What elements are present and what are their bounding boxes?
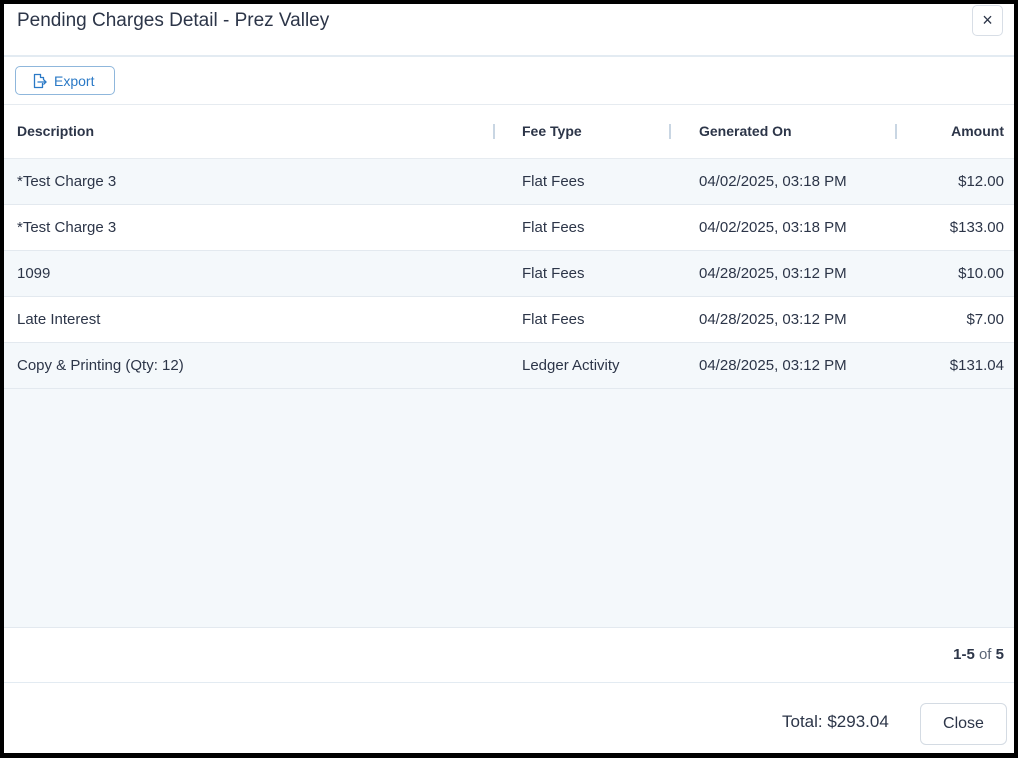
column-header-amount[interactable]: Amount xyxy=(951,105,1004,158)
column-header-description[interactable]: Description xyxy=(17,105,94,158)
pagination-summary: 1-5 of 5 xyxy=(953,646,1004,663)
pagination-total: 5 xyxy=(995,646,1004,663)
cell-generated-on: 04/28/2025, 03:12 PM xyxy=(699,311,847,328)
cell-fee-type: Flat Fees xyxy=(522,173,585,190)
column-header-fee-type[interactable]: Fee Type xyxy=(522,105,582,158)
cell-amount: $133.00 xyxy=(949,219,1004,236)
cell-fee-type: Flat Fees xyxy=(522,265,585,282)
cell-description: 1099 xyxy=(17,265,51,282)
cell-fee-type: Ledger Activity xyxy=(522,357,620,374)
close-icon[interactable]: × xyxy=(972,5,1003,36)
cell-generated-on: 04/28/2025, 03:12 PM xyxy=(699,265,847,282)
dialog-title: Pending Charges Detail - Prez Valley xyxy=(17,10,330,31)
cell-generated-on: 04/02/2025, 03:18 PM xyxy=(699,219,847,236)
column-resizer[interactable] xyxy=(493,124,495,139)
dialog-header: Pending Charges Detail - Prez Valley × xyxy=(4,4,1014,57)
cell-description: Late Interest xyxy=(17,311,101,328)
column-header-generated-on[interactable]: Generated On xyxy=(699,105,792,158)
pagination: 1-5 of 5 xyxy=(4,627,1014,684)
column-resizer[interactable] xyxy=(669,124,671,139)
toolbar: Export xyxy=(4,57,1014,105)
table-row[interactable]: Late Interest Flat Fees 04/28/2025, 03:1… xyxy=(4,297,1014,343)
export-button[interactable]: Export xyxy=(15,66,115,95)
column-resizer[interactable] xyxy=(895,124,897,139)
table-row[interactable]: *Test Charge 3 Flat Fees 04/02/2025, 03:… xyxy=(4,159,1014,205)
cell-description: *Test Charge 3 xyxy=(17,219,117,236)
cell-fee-type: Flat Fees xyxy=(522,219,585,236)
cell-amount: $7.00 xyxy=(966,311,1004,328)
total-amount: Total: $293.04 xyxy=(782,712,889,731)
table-row[interactable]: *Test Charge 3 Flat Fees 04/02/2025, 03:… xyxy=(4,205,1014,251)
pagination-range: 1-5 xyxy=(953,646,975,663)
cell-generated-on: 04/02/2025, 03:18 PM xyxy=(699,173,847,190)
cell-generated-on: 04/28/2025, 03:12 PM xyxy=(699,357,847,374)
cell-description: *Test Charge 3 xyxy=(17,173,117,190)
cell-amount: $12.00 xyxy=(958,173,1004,190)
pending-charges-dialog: Pending Charges Detail - Prez Valley × E… xyxy=(4,4,1014,753)
cell-fee-type: Flat Fees xyxy=(522,311,585,328)
table-row[interactable]: Copy & Printing (Qty: 12) Ledger Activit… xyxy=(4,343,1014,389)
pagination-of: of xyxy=(978,646,992,663)
dialog-footer: Total: $293.04 Close xyxy=(4,683,1014,753)
cell-amount: $10.00 xyxy=(958,265,1004,282)
table-body: *Test Charge 3 Flat Fees 04/02/2025, 03:… xyxy=(4,159,1014,627)
export-file-icon xyxy=(31,73,47,89)
table-header: Description Fee Type Generated On Amount xyxy=(4,105,1014,159)
cell-amount: $131.04 xyxy=(949,357,1004,374)
cell-description: Copy & Printing (Qty: 12) xyxy=(17,357,184,374)
table-row[interactable]: 1099 Flat Fees 04/28/2025, 03:12 PM $10.… xyxy=(4,251,1014,297)
export-label: Export xyxy=(54,72,95,89)
close-button[interactable]: Close xyxy=(920,703,1007,745)
